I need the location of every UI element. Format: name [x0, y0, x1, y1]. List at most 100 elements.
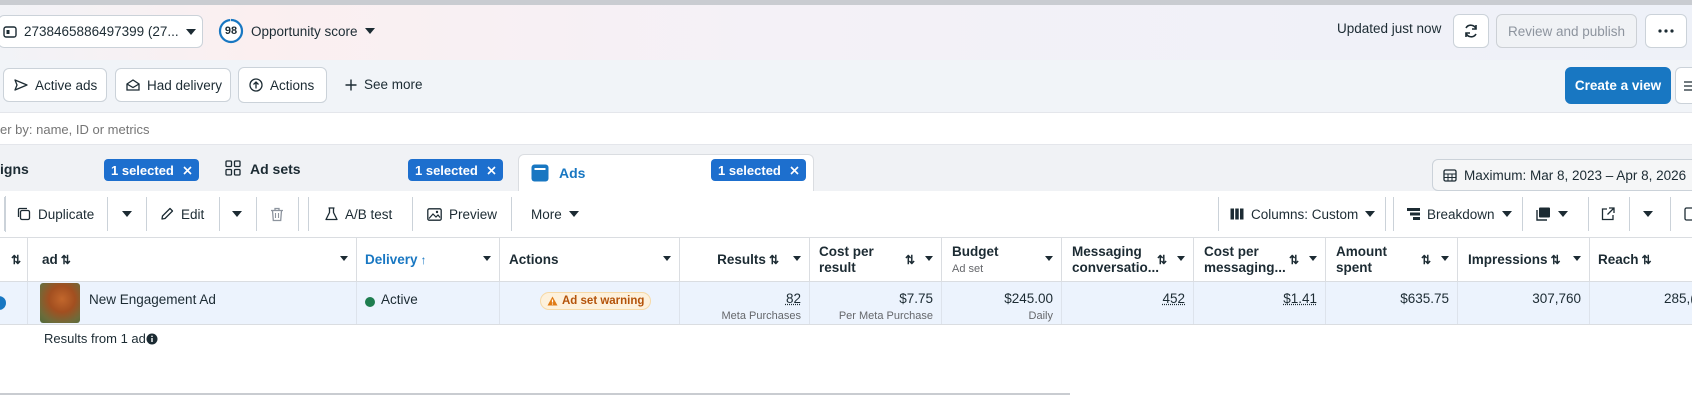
on-off-toggle[interactable] — [0, 296, 6, 310]
duplicate-button[interactable]: Duplicate — [5, 196, 106, 232]
actions-filter[interactable]: Actions — [238, 67, 327, 103]
ads-selected-pill[interactable]: 1 selected — [711, 159, 806, 181]
columns-button[interactable]: Columns: Custom — [1220, 196, 1380, 232]
divider — [1385, 197, 1386, 231]
search-input[interactable] — [0, 117, 900, 141]
divider — [412, 197, 413, 231]
divider — [1522, 197, 1523, 231]
column-delivery[interactable]: Delivery ↑ — [357, 238, 500, 282]
opportunity-score-value: 98 — [224, 25, 238, 37]
ad-sets-selected-label: 1 selected — [415, 162, 478, 178]
table-row[interactable]: New Engagement Ad Active Ad set warning … — [0, 282, 1692, 325]
more-button[interactable]: More — [521, 196, 591, 232]
info-icon[interactable] — [146, 333, 158, 345]
column-amount-spent[interactable]: Amount spent ⇅ — [1326, 238, 1458, 282]
column-menu-icon[interactable] — [1309, 256, 1317, 261]
refresh-button[interactable] — [1453, 14, 1489, 48]
ad-icon — [531, 164, 549, 182]
column-impressions-label: Impressions — [1468, 252, 1548, 267]
header-bar: 2738465886497399 (27... 98 Opportunity s… — [0, 5, 1692, 60]
trash-icon — [270, 207, 284, 222]
tab-ads[interactable]: Ads 1 selected — [518, 154, 814, 191]
had-delivery-label: Had delivery — [147, 77, 223, 93]
cost-messaging-value[interactable]: $1.41 — [1194, 291, 1317, 306]
reports-icon — [1536, 207, 1551, 221]
breakdown-button[interactable]: Breakdown — [1395, 196, 1519, 232]
close-icon[interactable] — [487, 165, 496, 175]
column-results[interactable]: Results ⇅ — [680, 238, 810, 282]
envelope-open-icon — [126, 78, 140, 92]
opportunity-score-ring: 98 — [218, 18, 244, 44]
column-menu-icon[interactable] — [1441, 256, 1449, 261]
ab-test-label: A/B test — [345, 206, 393, 222]
had-delivery-filter[interactable]: Had delivery — [115, 68, 231, 102]
results-sub: Meta Purchases — [721, 310, 801, 322]
see-more-filters[interactable]: See more — [345, 77, 423, 92]
filter-bar: Active ads Had delivery Actions See more… — [0, 60, 1692, 112]
column-ad-label: ad — [42, 252, 58, 267]
edit-button[interactable]: Edit — [148, 196, 217, 232]
export-button[interactable] — [1590, 196, 1626, 232]
divider — [298, 197, 299, 231]
ab-test-button[interactable]: A/B test — [311, 196, 409, 232]
view-options-button[interactable] — [1675, 67, 1692, 104]
messaging-cell: 452 — [1062, 282, 1194, 324]
account-selector[interactable]: 2738465886497399 (27... — [0, 15, 203, 48]
opportunity-score-button[interactable]: 98 Opportunity score — [218, 18, 375, 44]
close-icon[interactable] — [790, 165, 799, 175]
amount-spent-value: $635.75 — [1400, 291, 1449, 306]
campaigns-selected-pill[interactable]: 1 selected — [104, 159, 199, 181]
column-menu-icon[interactable] — [1045, 256, 1053, 261]
column-impressions[interactable]: Impressions ⇅ — [1458, 238, 1590, 282]
sort-icon: ⇅ — [1641, 253, 1652, 267]
tab-ad-sets[interactable]: Ad sets 1 selected — [214, 145, 510, 191]
chevron-down-icon — [364, 28, 375, 34]
column-cost-per-result-label: Cost per result — [819, 244, 874, 275]
chart-button[interactable] — [1672, 196, 1692, 232]
delete-button[interactable] — [258, 196, 296, 232]
duplicate-label: Duplicate — [38, 206, 95, 222]
budget-cell: $245.00 Daily — [942, 282, 1062, 324]
column-menu-icon[interactable] — [340, 256, 348, 261]
column-menu-icon[interactable] — [483, 256, 491, 261]
row-toggle-cell — [0, 282, 28, 324]
export-dropdown-button[interactable] — [1631, 196, 1665, 232]
date-range-picker[interactable]: Maximum: Mar 8, 2023 – Apr 8, 2026 — [1432, 159, 1692, 191]
amount-spent-cell: $635.75 — [1326, 282, 1458, 324]
create-view-button[interactable]: Create a view — [1565, 67, 1671, 104]
column-cost-per-result[interactable]: Cost per result ⇅ — [810, 238, 942, 282]
ad-name[interactable]: New Engagement Ad — [89, 292, 216, 307]
column-menu-icon[interactable] — [663, 256, 671, 261]
column-menu-icon[interactable] — [925, 256, 933, 261]
duplicate-dropdown-button[interactable] — [110, 196, 143, 232]
breakdown-icon — [1407, 208, 1420, 220]
column-ad[interactable]: ad ⇅ — [28, 238, 357, 282]
messaging-value[interactable]: 452 — [1062, 291, 1185, 306]
column-actions-label: Actions — [509, 252, 559, 267]
warning-badge[interactable]: Ad set warning — [540, 292, 652, 310]
tab-campaigns[interactable]: igns 1 selected — [0, 145, 205, 191]
more-options-button[interactable] — [1645, 14, 1687, 48]
divider — [146, 197, 147, 231]
column-menu-icon[interactable] — [793, 256, 801, 261]
ad-name-cell[interactable]: New Engagement Ad — [28, 282, 357, 324]
ad-sets-selected-pill[interactable]: 1 selected — [408, 159, 503, 181]
column-menu-icon[interactable] — [1573, 256, 1581, 261]
horizontal-scrollbar[interactable] — [0, 393, 1070, 395]
column-menu-icon[interactable] — [1177, 256, 1185, 261]
column-cost-per-messaging[interactable]: Cost per messaging... ⇅ — [1194, 238, 1326, 282]
sort-handle-column[interactable]: ⇅ — [0, 238, 28, 282]
edit-dropdown-button[interactable] — [221, 196, 253, 232]
close-icon[interactable] — [183, 165, 192, 175]
reports-button[interactable] — [1524, 196, 1582, 232]
updated-text: Updated just now — [1337, 21, 1442, 36]
sort-icon: ⇅ — [768, 253, 779, 267]
column-messaging[interactable]: Messaging conversatio... ⇅ — [1062, 238, 1194, 282]
active-ads-filter[interactable]: Active ads — [3, 68, 107, 102]
review-and-publish-button[interactable]: Review and publish — [1496, 14, 1637, 48]
column-reach[interactable]: Reach ⇅ — [1590, 238, 1692, 282]
column-budget[interactable]: Budget Ad set — [942, 238, 1062, 282]
results-value[interactable]: 82 — [680, 291, 801, 306]
preview-button[interactable]: Preview — [415, 196, 509, 232]
column-actions[interactable]: Actions — [500, 238, 680, 282]
